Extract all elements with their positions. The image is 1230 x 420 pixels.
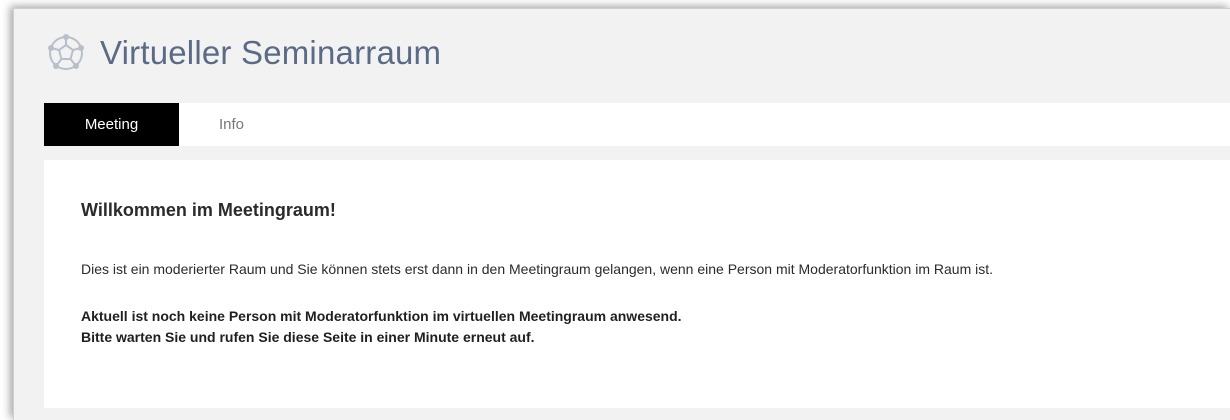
tab-info[interactable]: Info <box>179 103 284 146</box>
page-header: Virtueller Seminarraum <box>46 31 441 75</box>
room-description: Dies ist ein moderierter Raum und Sie kö… <box>81 261 994 277</box>
moderator-notice: Aktuell ist noch keine Person mit Modera… <box>81 306 682 348</box>
network-globe-icon <box>48 34 84 70</box>
content-panel: Willkommen im Meetingraum! Dies ist ein … <box>44 160 1230 408</box>
tab-meeting[interactable]: Meeting <box>44 103 179 146</box>
notice-line-1: Aktuell ist noch keine Person mit Modera… <box>81 308 682 324</box>
welcome-heading: Willkommen im Meetingraum! <box>81 200 336 220</box>
app-window: Virtueller Seminarraum Meeting Info Will… <box>13 8 1230 420</box>
tab-bar: Meeting Info <box>44 103 1230 146</box>
page-frame: Virtueller Seminarraum Meeting Info Will… <box>0 0 1230 420</box>
notice-line-2: Bitte warten Sie und rufen Sie diese Sei… <box>81 329 535 345</box>
page-title: Virtueller Seminarraum <box>100 34 442 71</box>
